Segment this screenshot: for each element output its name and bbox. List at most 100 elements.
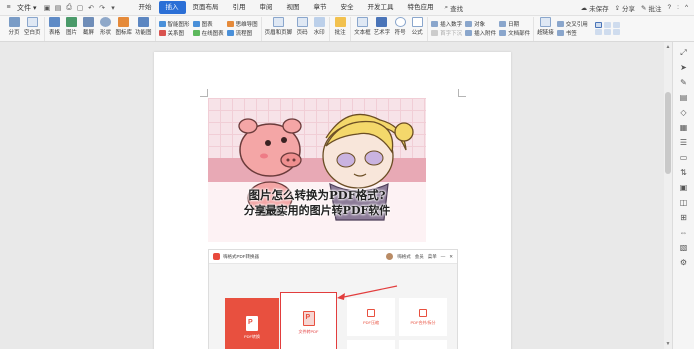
picture-label: 图片 bbox=[66, 29, 78, 36]
table-button[interactable]: 表格 bbox=[48, 16, 62, 36]
article-banner-image[interactable]: 图片怎么转换为PDF格式? 分享最实用的图片转PDF软件 bbox=[208, 98, 426, 242]
smart-graphic-button[interactable]: 智能图形 bbox=[158, 20, 190, 28]
style-pane-icon[interactable]: ✎ bbox=[679, 78, 689, 87]
date-button[interactable]: 日期 bbox=[499, 20, 530, 28]
share-pane-icon[interactable]: ⇅ bbox=[679, 168, 689, 177]
shape-icon bbox=[100, 16, 112, 27]
page-number-button[interactable]: 页码 bbox=[295, 16, 309, 36]
page-break-button[interactable]: 分页 bbox=[7, 16, 21, 36]
tab-home[interactable]: 开始 bbox=[132, 1, 159, 14]
bookmark-label: 书签 bbox=[565, 31, 577, 37]
share-button[interactable]: ⇪ 分享 bbox=[615, 3, 635, 13]
tab-insert[interactable]: 插入 bbox=[158, 1, 186, 14]
hamburger-icon[interactable]: ≡ bbox=[4, 3, 13, 12]
pdf-merge-tile: PDF合并/拆分 bbox=[399, 298, 447, 336]
undo-icon[interactable]: ↶ bbox=[87, 3, 96, 12]
document-canvas[interactable]: 图片怎么转换为PDF格式? 分享最实用的图片转PDF软件 嗨格式PDF转换器 嗨… bbox=[0, 42, 664, 349]
search-button[interactable]: ⌕ 查找 bbox=[445, 3, 464, 13]
document-page[interactable]: 图片怎么转换为PDF格式? 分享最实用的图片转PDF软件 嗨格式PDF转换器 嗨… bbox=[154, 52, 511, 349]
settings-pane-icon[interactable]: ⚙ bbox=[679, 258, 689, 267]
picture-button[interactable]: 图片 bbox=[65, 16, 79, 36]
save-icon[interactable]: ▣ bbox=[43, 3, 52, 12]
tab-developer[interactable]: 开发工具 bbox=[361, 1, 401, 14]
shape-button[interactable]: 形状 bbox=[99, 16, 113, 36]
watermark-button[interactable]: 水印 bbox=[312, 16, 326, 36]
tab-view[interactable]: 视图 bbox=[280, 1, 307, 14]
cross-ref-label: 交叉引用 bbox=[565, 22, 588, 28]
page-break-label: 分页 bbox=[8, 29, 20, 36]
doc-parts-icon bbox=[499, 30, 507, 36]
online-chart-button[interactable]: 在线图表 bbox=[192, 29, 224, 37]
relation-chart-button[interactable]: 关系图 bbox=[158, 29, 190, 37]
help-pane-icon[interactable]: ⊞ bbox=[679, 213, 689, 222]
tab-security[interactable]: 安全 bbox=[334, 1, 361, 14]
art-text-button[interactable]: 艺术字 bbox=[374, 16, 390, 36]
image-pane-icon[interactable]: ▧ bbox=[679, 243, 689, 252]
expand-pane-icon[interactable]: ⤢ bbox=[679, 48, 689, 57]
more-icon[interactable]: : bbox=[677, 4, 679, 11]
chart-label: 图表 bbox=[201, 22, 213, 28]
scrollbar-thumb[interactable] bbox=[665, 92, 671, 174]
shapes-pane-icon[interactable]: ◇ bbox=[679, 108, 689, 117]
first-drop-button[interactable]: 首字下沉 bbox=[431, 29, 462, 37]
style-swatch-5[interactable] bbox=[603, 29, 611, 35]
converter-screenshot-image[interactable]: 嗨格式PDF转换器 嗨格式 会员 菜单 — ✕ PDF转换 文件转PDF bbox=[208, 249, 458, 349]
help-icon[interactable]: ? bbox=[668, 4, 672, 11]
print-icon[interactable]: ⎙ bbox=[65, 3, 74, 12]
symbol-button[interactable]: 符号 bbox=[393, 16, 407, 36]
attachment-button[interactable]: 插入附件 bbox=[465, 29, 496, 37]
resize-pane-icon[interactable]: ⇔ bbox=[679, 228, 689, 237]
export-pdf-icon[interactable]: ▤ bbox=[54, 3, 63, 12]
vertical-scrollbar[interactable]: ▲ ▼ bbox=[664, 42, 672, 349]
scroll-down-icon[interactable]: ▼ bbox=[665, 341, 671, 347]
cross-ref-button[interactable]: 交叉引用 bbox=[556, 20, 588, 28]
object-button[interactable]: 对象 bbox=[465, 20, 496, 28]
style-swatch-6[interactable] bbox=[612, 29, 620, 35]
translate-pane-icon[interactable]: ▣ bbox=[679, 183, 689, 192]
redo-icon[interactable]: ↷ bbox=[98, 3, 107, 12]
comment-button[interactable]: ✎ 批注 bbox=[641, 3, 661, 13]
style-swatch-2[interactable] bbox=[603, 22, 611, 28]
tab-section[interactable]: 章节 bbox=[307, 1, 334, 14]
chart-button[interactable]: 图表 bbox=[192, 20, 224, 28]
layout-pane-icon[interactable]: ▦ bbox=[679, 123, 689, 132]
tab-special-apps[interactable]: 特色应用 bbox=[401, 1, 441, 14]
insert-number-button[interactable]: 插入数字 bbox=[431, 20, 462, 28]
unsaved-label: 未保存 bbox=[589, 5, 609, 13]
smart-graphic-label: 智能图形 bbox=[167, 22, 190, 28]
file-menu[interactable]: 文件 ▾ bbox=[15, 3, 41, 13]
textbox-button[interactable]: 文本框 bbox=[354, 16, 371, 36]
screenshot-button[interactable]: 截屏 bbox=[82, 16, 96, 36]
format-pane-icon[interactable]: ▤ bbox=[679, 93, 689, 102]
header-footer-button[interactable]: 页眉和页脚 bbox=[265, 16, 292, 36]
tab-references[interactable]: 引用 bbox=[226, 1, 253, 14]
review-pane-icon[interactable]: ▭ bbox=[679, 153, 689, 162]
share-icon: ⇪ bbox=[614, 4, 621, 12]
preview-icon[interactable]: ▢ bbox=[76, 3, 85, 12]
doc-parts-button[interactable]: 文档部件 bbox=[499, 29, 530, 37]
style-swatch-4[interactable] bbox=[594, 29, 602, 35]
mind-map-button[interactable]: 思维导图 bbox=[226, 20, 258, 28]
tab-review[interactable]: 审阅 bbox=[253, 1, 280, 14]
cloud-status[interactable]: ☁ 未保存 bbox=[581, 3, 609, 13]
style-swatch-3[interactable] bbox=[612, 22, 620, 28]
select-cursor-icon[interactable]: ➤ bbox=[679, 63, 689, 72]
symbol-label: 符号 bbox=[394, 29, 406, 36]
backup-pane-icon[interactable]: ◫ bbox=[679, 198, 689, 207]
bookmark-button[interactable]: 书签 bbox=[556, 29, 588, 37]
scroll-up-icon[interactable]: ▲ bbox=[665, 44, 671, 50]
relation-chart-label: 关系图 bbox=[167, 31, 185, 37]
blank-page-button[interactable]: 空白页 bbox=[24, 16, 41, 36]
customize-quickbar-icon[interactable]: ▾ bbox=[109, 3, 118, 12]
flowchart-button[interactable]: 流程图 bbox=[226, 29, 258, 37]
style-swatch-1[interactable] bbox=[594, 22, 602, 28]
first-drop-icon bbox=[431, 30, 439, 36]
comment-insert-button[interactable]: 批注 bbox=[333, 16, 347, 36]
tab-page-layout[interactable]: 页面布局 bbox=[186, 1, 226, 14]
formula-button[interactable]: 公式 bbox=[410, 16, 424, 36]
hyperlink-button[interactable]: 超链接 bbox=[537, 16, 554, 36]
function-chart-button[interactable]: 功能图 bbox=[135, 16, 152, 36]
collapse-ribbon-icon[interactable]: ^ bbox=[685, 4, 688, 11]
icon-library-button[interactable]: 图标库 bbox=[116, 16, 132, 36]
navigation-pane-icon[interactable]: ☰ bbox=[679, 138, 689, 147]
